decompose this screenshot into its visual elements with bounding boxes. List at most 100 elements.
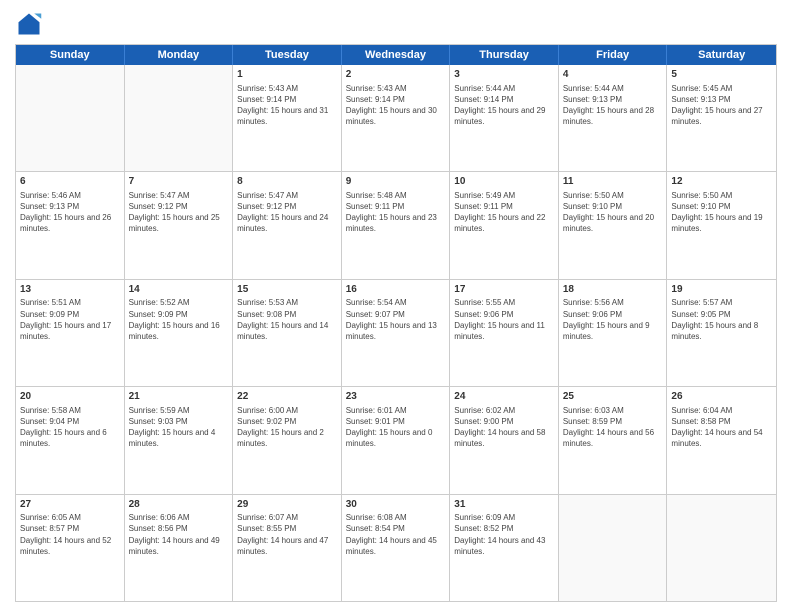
day-number: 24 — [454, 390, 554, 404]
cell-details: Sunrise: 6:08 AM Sunset: 8:54 PM Dayligh… — [346, 512, 446, 557]
day-number: 4 — [563, 68, 663, 82]
calendar-cell: 11Sunrise: 5:50 AM Sunset: 9:10 PM Dayli… — [559, 172, 668, 278]
cell-details: Sunrise: 6:01 AM Sunset: 9:01 PM Dayligh… — [346, 405, 446, 450]
calendar-cell: 18Sunrise: 5:56 AM Sunset: 9:06 PM Dayli… — [559, 280, 668, 386]
cell-details: Sunrise: 5:49 AM Sunset: 9:11 PM Dayligh… — [454, 190, 554, 235]
day-number: 31 — [454, 498, 554, 512]
logo — [15, 10, 47, 38]
calendar-cell: 30Sunrise: 6:08 AM Sunset: 8:54 PM Dayli… — [342, 495, 451, 601]
cal-header-day: Thursday — [450, 45, 559, 65]
day-number: 9 — [346, 175, 446, 189]
cell-details: Sunrise: 5:56 AM Sunset: 9:06 PM Dayligh… — [563, 297, 663, 342]
calendar-cell: 12Sunrise: 5:50 AM Sunset: 9:10 PM Dayli… — [667, 172, 776, 278]
calendar-header: SundayMondayTuesdayWednesdayThursdayFrid… — [16, 45, 776, 65]
day-number: 18 — [563, 283, 663, 297]
calendar: SundayMondayTuesdayWednesdayThursdayFrid… — [15, 44, 777, 602]
calendar-cell: 25Sunrise: 6:03 AM Sunset: 8:59 PM Dayli… — [559, 387, 668, 493]
calendar-cell: 10Sunrise: 5:49 AM Sunset: 9:11 PM Dayli… — [450, 172, 559, 278]
cal-header-day: Sunday — [16, 45, 125, 65]
cal-header-day: Friday — [559, 45, 668, 65]
day-number: 16 — [346, 283, 446, 297]
calendar-cell: 27Sunrise: 6:05 AM Sunset: 8:57 PM Dayli… — [16, 495, 125, 601]
calendar-cell: 23Sunrise: 6:01 AM Sunset: 9:01 PM Dayli… — [342, 387, 451, 493]
cal-header-day: Wednesday — [342, 45, 451, 65]
cell-details: Sunrise: 5:44 AM Sunset: 9:13 PM Dayligh… — [563, 83, 663, 128]
calendar-cell: 4Sunrise: 5:44 AM Sunset: 9:13 PM Daylig… — [559, 65, 668, 171]
day-number: 25 — [563, 390, 663, 404]
day-number: 7 — [129, 175, 229, 189]
day-number: 10 — [454, 175, 554, 189]
calendar-cell: 15Sunrise: 5:53 AM Sunset: 9:08 PM Dayli… — [233, 280, 342, 386]
cal-header-day: Monday — [125, 45, 234, 65]
calendar-cell: 31Sunrise: 6:09 AM Sunset: 8:52 PM Dayli… — [450, 495, 559, 601]
calendar-cell — [559, 495, 668, 601]
calendar-cell: 1Sunrise: 5:43 AM Sunset: 9:14 PM Daylig… — [233, 65, 342, 171]
cell-details: Sunrise: 6:06 AM Sunset: 8:56 PM Dayligh… — [129, 512, 229, 557]
cell-details: Sunrise: 5:43 AM Sunset: 9:14 PM Dayligh… — [346, 83, 446, 128]
day-number: 3 — [454, 68, 554, 82]
calendar-cell: 14Sunrise: 5:52 AM Sunset: 9:09 PM Dayli… — [125, 280, 234, 386]
calendar-cell: 19Sunrise: 5:57 AM Sunset: 9:05 PM Dayli… — [667, 280, 776, 386]
calendar-row: 20Sunrise: 5:58 AM Sunset: 9:04 PM Dayli… — [16, 387, 776, 494]
cell-details: Sunrise: 5:58 AM Sunset: 9:04 PM Dayligh… — [20, 405, 120, 450]
day-number: 26 — [671, 390, 772, 404]
cal-header-day: Tuesday — [233, 45, 342, 65]
cell-details: Sunrise: 6:09 AM Sunset: 8:52 PM Dayligh… — [454, 512, 554, 557]
cell-details: Sunrise: 5:50 AM Sunset: 9:10 PM Dayligh… — [563, 190, 663, 235]
day-number: 6 — [20, 175, 120, 189]
calendar-cell: 21Sunrise: 5:59 AM Sunset: 9:03 PM Dayli… — [125, 387, 234, 493]
day-number: 12 — [671, 175, 772, 189]
day-number: 11 — [563, 175, 663, 189]
cal-header-day: Saturday — [667, 45, 776, 65]
cell-details: Sunrise: 6:00 AM Sunset: 9:02 PM Dayligh… — [237, 405, 337, 450]
calendar-cell: 8Sunrise: 5:47 AM Sunset: 9:12 PM Daylig… — [233, 172, 342, 278]
cell-details: Sunrise: 5:47 AM Sunset: 9:12 PM Dayligh… — [237, 190, 337, 235]
calendar-body: 1Sunrise: 5:43 AM Sunset: 9:14 PM Daylig… — [16, 65, 776, 601]
day-number: 15 — [237, 283, 337, 297]
day-number: 8 — [237, 175, 337, 189]
calendar-cell: 16Sunrise: 5:54 AM Sunset: 9:07 PM Dayli… — [342, 280, 451, 386]
cell-details: Sunrise: 5:45 AM Sunset: 9:13 PM Dayligh… — [671, 83, 772, 128]
calendar-cell — [16, 65, 125, 171]
calendar-cell — [125, 65, 234, 171]
day-number: 23 — [346, 390, 446, 404]
cell-details: Sunrise: 6:04 AM Sunset: 8:58 PM Dayligh… — [671, 405, 772, 450]
cell-details: Sunrise: 5:47 AM Sunset: 9:12 PM Dayligh… — [129, 190, 229, 235]
day-number: 5 — [671, 68, 772, 82]
day-number: 20 — [20, 390, 120, 404]
cell-details: Sunrise: 5:51 AM Sunset: 9:09 PM Dayligh… — [20, 297, 120, 342]
day-number: 13 — [20, 283, 120, 297]
calendar-cell: 28Sunrise: 6:06 AM Sunset: 8:56 PM Dayli… — [125, 495, 234, 601]
calendar-row: 1Sunrise: 5:43 AM Sunset: 9:14 PM Daylig… — [16, 65, 776, 172]
cell-details: Sunrise: 5:53 AM Sunset: 9:08 PM Dayligh… — [237, 297, 337, 342]
day-number: 2 — [346, 68, 446, 82]
calendar-cell: 17Sunrise: 5:55 AM Sunset: 9:06 PM Dayli… — [450, 280, 559, 386]
calendar-cell: 9Sunrise: 5:48 AM Sunset: 9:11 PM Daylig… — [342, 172, 451, 278]
day-number: 21 — [129, 390, 229, 404]
day-number: 14 — [129, 283, 229, 297]
calendar-cell: 26Sunrise: 6:04 AM Sunset: 8:58 PM Dayli… — [667, 387, 776, 493]
day-number: 27 — [20, 498, 120, 512]
day-number: 28 — [129, 498, 229, 512]
cell-details: Sunrise: 5:43 AM Sunset: 9:14 PM Dayligh… — [237, 83, 337, 128]
calendar-row: 6Sunrise: 5:46 AM Sunset: 9:13 PM Daylig… — [16, 172, 776, 279]
cell-details: Sunrise: 5:54 AM Sunset: 9:07 PM Dayligh… — [346, 297, 446, 342]
header — [15, 10, 777, 38]
calendar-cell: 7Sunrise: 5:47 AM Sunset: 9:12 PM Daylig… — [125, 172, 234, 278]
calendar-row: 27Sunrise: 6:05 AM Sunset: 8:57 PM Dayli… — [16, 495, 776, 601]
calendar-cell: 3Sunrise: 5:44 AM Sunset: 9:14 PM Daylig… — [450, 65, 559, 171]
cell-details: Sunrise: 5:44 AM Sunset: 9:14 PM Dayligh… — [454, 83, 554, 128]
cell-details: Sunrise: 6:02 AM Sunset: 9:00 PM Dayligh… — [454, 405, 554, 450]
calendar-cell: 6Sunrise: 5:46 AM Sunset: 9:13 PM Daylig… — [16, 172, 125, 278]
calendar-cell: 2Sunrise: 5:43 AM Sunset: 9:14 PM Daylig… — [342, 65, 451, 171]
calendar-cell: 20Sunrise: 5:58 AM Sunset: 9:04 PM Dayli… — [16, 387, 125, 493]
calendar-cell: 24Sunrise: 6:02 AM Sunset: 9:00 PM Dayli… — [450, 387, 559, 493]
cell-details: Sunrise: 6:05 AM Sunset: 8:57 PM Dayligh… — [20, 512, 120, 557]
cell-details: Sunrise: 5:59 AM Sunset: 9:03 PM Dayligh… — [129, 405, 229, 450]
cell-details: Sunrise: 6:07 AM Sunset: 8:55 PM Dayligh… — [237, 512, 337, 557]
day-number: 17 — [454, 283, 554, 297]
calendar-cell: 5Sunrise: 5:45 AM Sunset: 9:13 PM Daylig… — [667, 65, 776, 171]
day-number: 30 — [346, 498, 446, 512]
page: SundayMondayTuesdayWednesdayThursdayFrid… — [0, 0, 792, 612]
cell-details: Sunrise: 5:57 AM Sunset: 9:05 PM Dayligh… — [671, 297, 772, 342]
